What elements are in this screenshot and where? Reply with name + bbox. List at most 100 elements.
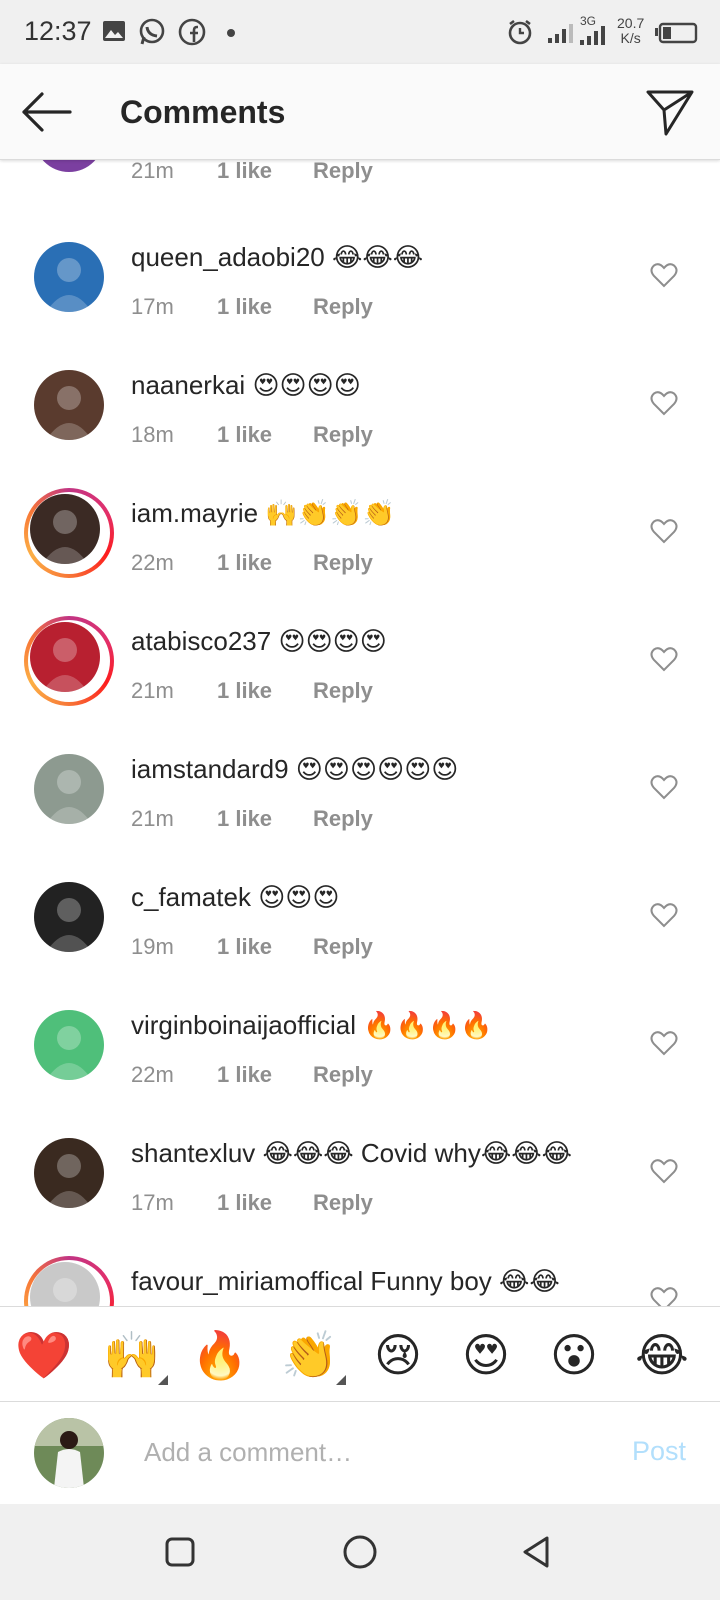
back-triangle-icon[interactable] (514, 1530, 558, 1574)
comment-likes[interactable]: 1 like (217, 934, 313, 960)
header: Comments (0, 64, 720, 160)
like-heart-icon[interactable] (650, 1158, 678, 1184)
quick-emoji-button[interactable]: 😍 (456, 1325, 516, 1385)
story-ring[interactable] (24, 616, 114, 706)
reply-button[interactable]: Reply (313, 1190, 373, 1216)
avatar[interactable] (34, 754, 104, 824)
like-heart-icon[interactable] (650, 646, 678, 672)
comment-time: 17m (131, 294, 174, 319)
comment-text: 😍😍😍😍😍😍 (295, 754, 459, 784)
reply-button[interactable]: Reply (313, 422, 373, 448)
comment-text: 😍😍😍😍 (278, 626, 387, 656)
avatar[interactable] (34, 1010, 104, 1080)
reply-button[interactable]: Reply (313, 1062, 373, 1088)
whatsapp-icon (139, 18, 165, 45)
comment-username[interactable]: favour_miriamoffical (131, 1266, 363, 1296)
like-heart-icon[interactable] (650, 518, 678, 544)
emoji-glyph: 😢 (374, 1329, 422, 1381)
avatar[interactable] (34, 1138, 104, 1208)
home-circle-icon[interactable] (338, 1530, 382, 1574)
comment-time: 22m (131, 550, 174, 575)
comment-meta: 18m 1 like Reply (131, 422, 373, 448)
like-heart-icon[interactable] (650, 262, 678, 288)
comment-row: iam.mayrie 🙌👏👏👏 22m 1 like Reply (0, 488, 720, 626)
network-speed-unit: K/s (620, 30, 641, 46)
quick-emoji-button[interactable]: 😢 (368, 1325, 428, 1385)
comment-meta: 21m 1 like Reply (131, 160, 373, 184)
like-heart-icon[interactable] (650, 902, 678, 928)
recents-square-icon[interactable] (158, 1530, 202, 1574)
comment-likes[interactable]: 1 like (217, 1062, 313, 1088)
comment-likes[interactable]: 1 like (217, 294, 313, 320)
comment-row: atabisco237 😍😍😍😍 21m 1 like Reply (0, 616, 720, 754)
like-heart-icon[interactable] (650, 1286, 678, 1306)
comment-username[interactable]: shantexluv (131, 1138, 255, 1168)
quick-emoji-button[interactable]: 😮 (544, 1325, 604, 1385)
comment-text: 😂😂😂 Covid why😂😂😂 (262, 1138, 572, 1168)
reply-button[interactable]: Reply (313, 294, 373, 320)
avatar[interactable] (34, 370, 104, 440)
send-direct-icon[interactable] (644, 86, 696, 138)
comment-likes[interactable]: 1 like (217, 806, 313, 832)
avatar[interactable] (34, 242, 104, 312)
facebook-icon (178, 18, 206, 46)
reply-button[interactable]: Reply (313, 934, 373, 960)
notification-dot-icon (227, 29, 235, 37)
reply-button[interactable]: Reply (313, 160, 373, 184)
comments-list[interactable]: 21m 1 like Reply queen_adaobi20 😂😂😂 17m 1 l… (0, 160, 720, 1306)
network-speed: 20.7 K/s (617, 16, 644, 46)
comment-row: virginboinaijaofficial 🔥🔥🔥🔥 22m 1 like Rep… (0, 1010, 720, 1138)
comment-text: 😍😍😍😍 (252, 370, 361, 400)
comment-username[interactable]: naanerkai (131, 370, 245, 400)
emoji-glyph: 🔥 (191, 1329, 249, 1381)
comment-row-partial: 21m 1 like Reply (0, 160, 720, 250)
avatar[interactable] (30, 622, 100, 692)
comment-body: c_famatek 😍😍😍 (131, 882, 340, 913)
comment-likes[interactable]: 1 like (217, 550, 313, 576)
comment-row: queen_adaobi20 😂😂😂 17m 1 like Reply (0, 242, 720, 370)
comment-likes[interactable]: 1 like (217, 160, 313, 184)
comment-username[interactable]: queen_adaobi20 (131, 242, 325, 272)
quick-emoji-button[interactable]: ❤️ (14, 1325, 74, 1385)
post-button[interactable]: Post (632, 1436, 686, 1467)
comment-time: 21m (131, 160, 174, 183)
avatar[interactable] (30, 494, 100, 564)
quick-emoji-button[interactable]: 🔥 (190, 1325, 250, 1385)
page-title: Comments (120, 94, 286, 130)
comment-meta: 19m 1 like Reply (131, 934, 373, 960)
comment-likes[interactable]: 1 like (217, 1190, 313, 1216)
skin-tone-variants-indicator (158, 1375, 168, 1385)
like-heart-icon[interactable] (650, 390, 678, 416)
comment-username[interactable]: virginboinaijaofficial (131, 1010, 356, 1040)
comment-likes[interactable]: 1 like (217, 678, 313, 704)
reply-button[interactable]: Reply (313, 550, 373, 576)
comment-likes[interactable]: 1 like (217, 422, 313, 448)
back-arrow-icon[interactable] (20, 88, 76, 136)
quick-emoji-button[interactable]: 😂 (632, 1325, 692, 1385)
comment-row: favour_miriamoffical Funny boy 😂😂 (0, 1256, 720, 1306)
status-bar: 12:37 3G 20.7 K/s (0, 0, 720, 64)
reply-button[interactable]: Reply (313, 678, 373, 704)
comment-username[interactable]: iam.mayrie (131, 498, 258, 528)
comment-body: atabisco237 😍😍😍😍 (131, 626, 387, 657)
comment-meta: 22m 1 like Reply (131, 1062, 373, 1088)
story-ring[interactable] (24, 488, 114, 578)
like-heart-icon[interactable] (650, 1030, 678, 1056)
comment-username[interactable]: atabisco237 (131, 626, 271, 656)
comment-text: 😍😍😍 (258, 882, 340, 912)
signal-icon-2 (580, 26, 605, 45)
comment-username[interactable]: c_famatek (131, 882, 251, 912)
reply-button[interactable]: Reply (313, 806, 373, 832)
quick-emoji-button[interactable]: 🙌 (102, 1325, 168, 1385)
comment-text: Funny boy 😂😂 (370, 1266, 560, 1296)
like-heart-icon[interactable] (650, 774, 678, 800)
quick-emoji-button[interactable]: 👏 (280, 1325, 346, 1385)
avatar[interactable] (34, 160, 104, 172)
comment-text: 🔥🔥🔥🔥 (363, 1010, 493, 1040)
comment-body: virginboinaijaofficial 🔥🔥🔥🔥 (131, 1010, 493, 1041)
comment-body: shantexluv 😂😂😂 Covid why😂😂😂 (131, 1138, 572, 1169)
comment-time: 19m (131, 934, 174, 959)
avatar[interactable] (34, 882, 104, 952)
comment-username[interactable]: iamstandard9 (131, 754, 289, 784)
comment-input[interactable] (144, 1430, 604, 1474)
